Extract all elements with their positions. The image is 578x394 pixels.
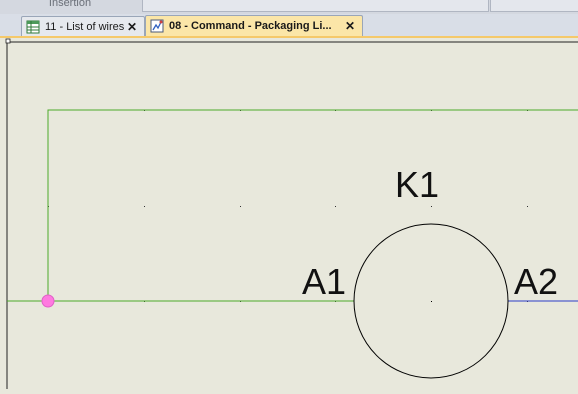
document-tab-strip: 11 - List of wires ✕ 08 - Command - Pack… (0, 14, 578, 38)
schematic-icon (150, 19, 164, 33)
terminal-label-a1: A1 (302, 261, 347, 302)
table-icon (26, 20, 40, 33)
schematic-drawing (0, 38, 578, 389)
canvas-background (0, 38, 578, 389)
tab-label: 11 - List of wires (45, 20, 125, 33)
coil-center-point (431, 301, 432, 302)
component-tag: K1 (395, 164, 440, 205)
close-icon[interactable]: ✕ (126, 20, 138, 34)
close-icon[interactable]: ✕ (344, 19, 356, 33)
tab-list-of-wires[interactable]: 11 - List of wires ✕ (21, 16, 145, 36)
ribbon-segment (490, 0, 578, 12)
ribbon-segment (142, 0, 489, 12)
sheet-corner-handle[interactable] (5, 38, 11, 44)
ribbon-segment (0, 0, 140, 11)
wire-junction-point[interactable] (41, 294, 55, 308)
tab-command-packaging[interactable]: 08 - Command - Packaging Li... ✕ (145, 15, 363, 36)
tab-label: 08 - Command - Packaging Li... (169, 20, 332, 32)
terminal-label-a2: A2 (514, 261, 559, 302)
schematic-canvas[interactable]: K1 A1 A2 (0, 38, 578, 389)
ribbon-bar: Insertion (0, 0, 578, 14)
